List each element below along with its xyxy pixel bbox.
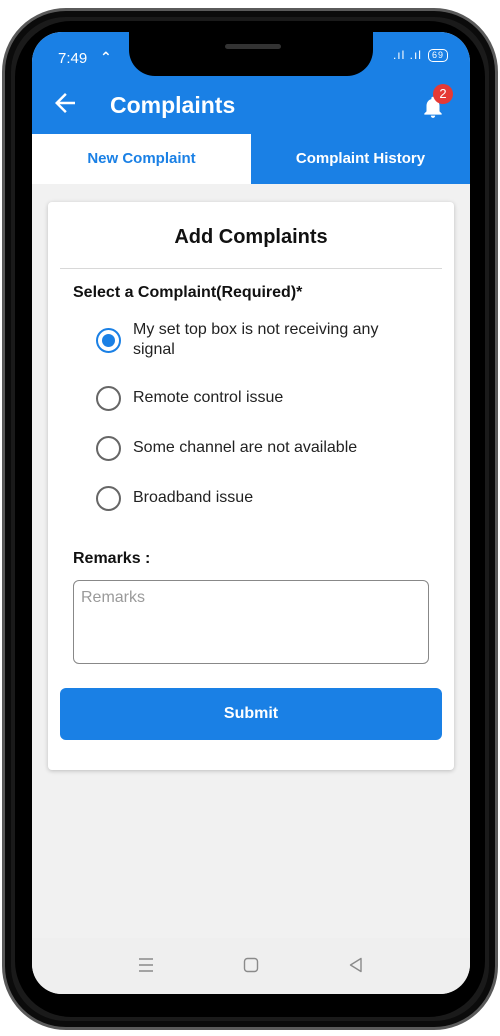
complaint-option-channels[interactable]: Some channel are not available (96, 436, 423, 461)
option-label: Some channel are not available (133, 439, 358, 456)
back-triangle-icon[interactable] (345, 954, 367, 976)
tab-bar: New Complaint Complaint History (32, 134, 470, 184)
screen: 7:49 ⌃ .ıl .ıl 69 Complaints 2 New Compl… (32, 32, 470, 994)
radio-unselected-icon[interactable] (96, 386, 121, 411)
submit-button[interactable]: Submit (60, 688, 442, 740)
option-label: Remote control issue (133, 389, 284, 406)
radio-unselected-icon[interactable] (96, 486, 121, 511)
camera-notch (129, 32, 373, 76)
speaker-grille (225, 44, 281, 49)
divider (60, 268, 442, 269)
notification-badge: 2 (433, 84, 453, 104)
remarks-label: Remarks : (73, 550, 151, 567)
status-bar: 7:49 ⌃ .ıl .ıl 69 (32, 32, 470, 76)
form-title: Add Complaints (174, 226, 328, 248)
upload-arrow-icon: ⌃ (100, 49, 112, 65)
app-bar: Complaints 2 (32, 76, 470, 134)
tab-complaint-history[interactable]: Complaint History (251, 134, 470, 184)
recents-icon[interactable] (135, 954, 157, 976)
option-label: Broadband issue (133, 489, 254, 506)
radio-selected-icon[interactable] (96, 328, 121, 353)
status-indicators: .ıl .ıl 69 (393, 48, 448, 62)
signal-icon: .ıl .ıl (392, 48, 422, 62)
page-title: Complaints (110, 92, 236, 118)
complaint-option-no-signal[interactable]: My set top box is not receiving any sign… (96, 320, 423, 360)
home-icon[interactable] (240, 954, 262, 976)
status-time: 7:49 (58, 50, 88, 67)
complaint-option-remote[interactable]: Remote control issue (96, 386, 423, 411)
arrow-left-icon[interactable] (50, 88, 80, 118)
battery-icon: 69 (427, 48, 448, 62)
select-complaint-label: Select a Complaint(Required)* (73, 284, 303, 301)
radio-unselected-icon[interactable] (96, 436, 121, 461)
system-nav-bar (32, 938, 470, 994)
option-label: My set top box is not receiving any sign… (133, 321, 379, 358)
complaint-option-broadband[interactable]: Broadband issue (96, 486, 423, 511)
complaint-form-card: Add Complaints Select a Complaint(Requir… (48, 202, 454, 770)
remarks-input[interactable] (73, 580, 429, 664)
notifications-button[interactable]: 2 (416, 84, 456, 124)
tab-new-complaint[interactable]: New Complaint (32, 134, 251, 184)
